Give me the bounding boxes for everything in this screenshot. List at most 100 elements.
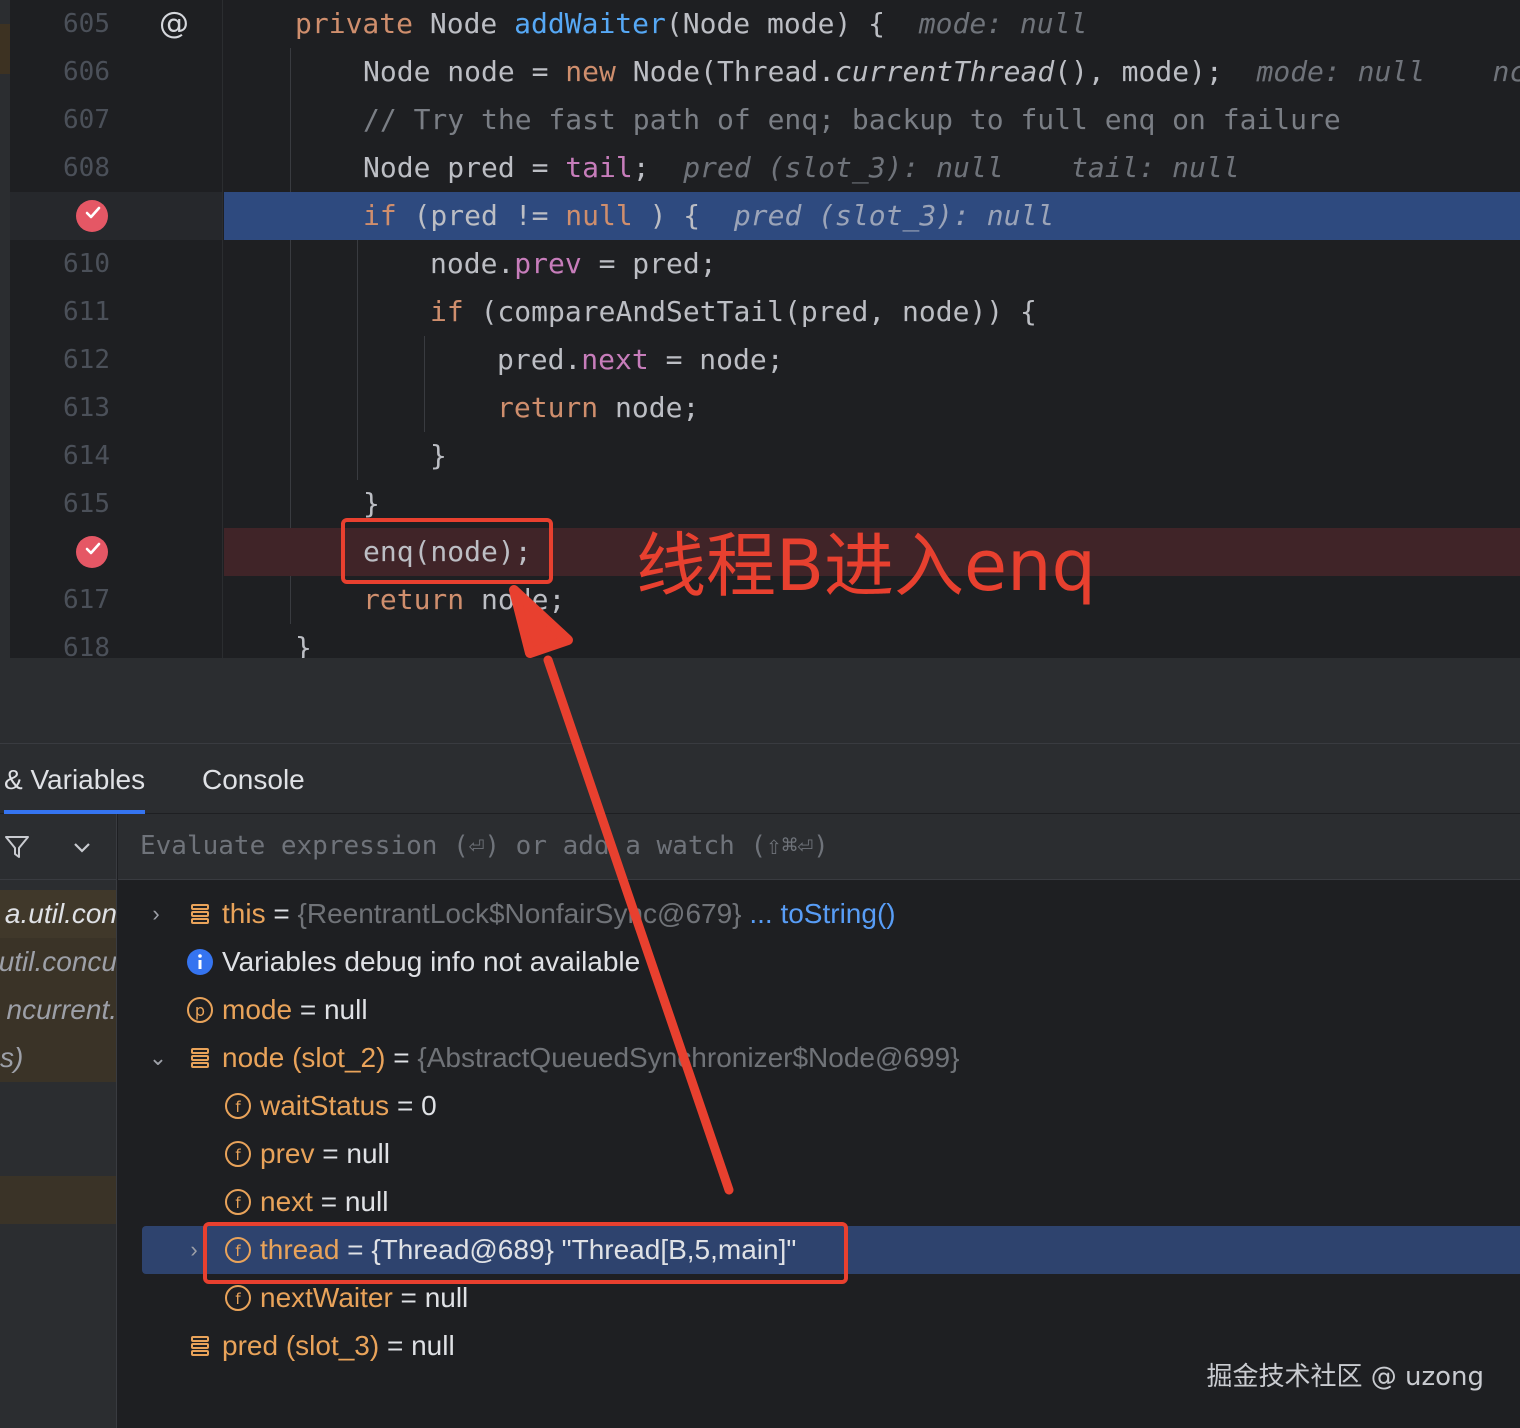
variable-row-next[interactable]: f next = null bbox=[118, 1178, 1520, 1226]
code-line[interactable]: 611 if (compareAndSetTail(pred, node)) { bbox=[0, 288, 1520, 336]
code-token: node. bbox=[430, 247, 515, 280]
code-token: // Try the fast path of enq; backup to f… bbox=[363, 103, 1341, 136]
code-text: } bbox=[295, 624, 312, 658]
code-line[interactable]: 607 // Try the fast path of enq; backup t… bbox=[0, 96, 1520, 144]
debug-tabs: & Variables Console bbox=[0, 744, 1520, 814]
variable-row-node[interactable]: ⌄ node (slot_2) = {AbstractQueuedSynchro… bbox=[118, 1034, 1520, 1082]
frame-item[interactable] bbox=[0, 1176, 116, 1224]
code-token: (Node mode) { bbox=[665, 7, 919, 40]
var-value: = null bbox=[379, 1330, 455, 1361]
chevron-down-icon[interactable] bbox=[72, 840, 92, 854]
annotation-box-thread bbox=[203, 1222, 848, 1284]
var-value: = null bbox=[312, 1186, 389, 1217]
variable-row-waitstatus[interactable]: f waitStatus = 0 bbox=[118, 1082, 1520, 1130]
code-line[interactable]: 605 private Node addWaiter(Node mode) { m… bbox=[0, 0, 1520, 48]
frame-item[interactable]: util.concu bbox=[0, 938, 117, 986]
code-line[interactable]: 614} bbox=[0, 432, 1520, 480]
chevron-right-icon[interactable]: › bbox=[144, 890, 168, 938]
code-text: // Try the fast path of enq; backup to f… bbox=[363, 96, 1341, 144]
line-number[interactable]: 608 bbox=[30, 144, 110, 192]
line-number[interactable]: 606 bbox=[30, 48, 110, 96]
code-token: (pred != bbox=[413, 199, 566, 232]
frames-header bbox=[0, 814, 116, 880]
frame-label: util.concu bbox=[0, 946, 117, 977]
frame-item[interactable]: ncurrent. bbox=[0, 986, 116, 1034]
line-number[interactable]: 613 bbox=[30, 384, 110, 432]
code-text: node.prev = pred; bbox=[430, 240, 717, 288]
code-token: = node; bbox=[648, 343, 784, 376]
code-token: new bbox=[565, 55, 633, 88]
code-text: pred.next = node; bbox=[497, 336, 784, 384]
code-token: if bbox=[430, 295, 481, 328]
line-number[interactable]: 614 bbox=[30, 432, 110, 480]
code-line[interactable]: if (pred != null ) { pred (slot_3): null bbox=[0, 192, 1520, 240]
override-at-icon[interactable]: @ bbox=[156, 6, 192, 42]
line-number[interactable]: 605 bbox=[30, 0, 110, 48]
line-number[interactable]: 607 bbox=[30, 96, 110, 144]
tab-variables[interactable]: & Variables bbox=[4, 744, 146, 814]
field-icon: f bbox=[225, 1285, 251, 1311]
breakpoint-icon[interactable] bbox=[76, 536, 108, 568]
code-line[interactable]: 612 pred.next = node; bbox=[0, 336, 1520, 384]
variable-row-prev[interactable]: f prev = null bbox=[118, 1130, 1520, 1178]
tab-console[interactable]: Console bbox=[202, 744, 305, 814]
breakpoint-icon[interactable] bbox=[76, 200, 108, 232]
parameter-icon: p bbox=[187, 997, 213, 1023]
code-token: pred (slot_3): null bbox=[733, 199, 1055, 232]
code-text: Node node = new Node(Thread.currentThrea… bbox=[363, 48, 1520, 96]
code-token: node; bbox=[481, 583, 566, 616]
var-name: nextWaiter bbox=[260, 1282, 393, 1313]
code-token: if bbox=[363, 199, 414, 232]
code-line[interactable]: 613 return node; bbox=[0, 384, 1520, 432]
code-token: currentThread bbox=[835, 55, 1055, 88]
code-line[interactable]: 608 Node pred = tail; pred (slot_3): null… bbox=[0, 144, 1520, 192]
filter-icon[interactable] bbox=[4, 834, 30, 860]
annotation-box-enq bbox=[341, 518, 553, 584]
annotation-text: 线程B进入enq bbox=[636, 525, 1096, 607]
code-token: pred. bbox=[497, 343, 582, 376]
chevron-down-icon[interactable]: ⌄ bbox=[146, 1034, 170, 1082]
code-line[interactable]: 606 Node node = new Node(Thread.currentTh… bbox=[0, 48, 1520, 96]
frames-panel: a.util.con util.concu ncurrent. s) bbox=[0, 814, 117, 1428]
var-name: pred (slot_3) bbox=[222, 1330, 380, 1361]
line-number[interactable]: 617 bbox=[30, 576, 110, 624]
var-name: node (slot_2) bbox=[222, 1042, 386, 1073]
watermark: 掘金技术社区 @ uzong bbox=[1206, 1362, 1484, 1392]
var-eq: = bbox=[265, 898, 298, 929]
variable-row-info: Variables debug info not available bbox=[118, 938, 1520, 986]
svg-text:f: f bbox=[235, 1194, 241, 1212]
line-number[interactable]: 615 bbox=[30, 480, 110, 528]
code-text: Node pred = tail; pred (slot_3): null ta… bbox=[363, 144, 1240, 192]
var-value: = null bbox=[314, 1138, 390, 1169]
variable-row-mode[interactable]: p mode = null bbox=[118, 986, 1520, 1034]
object-stack-icon bbox=[191, 1048, 209, 1068]
variable-row-this[interactable]: › this = {ReentrantLock$NonfairSync@679}… bbox=[118, 890, 1520, 938]
code-token: } bbox=[295, 631, 312, 658]
code-text: } bbox=[430, 432, 447, 480]
code-line[interactable]: 618} bbox=[0, 624, 1520, 658]
frame-item[interactable]: a.util.con bbox=[0, 890, 116, 938]
code-token: next bbox=[581, 343, 649, 376]
line-number[interactable]: 612 bbox=[30, 336, 110, 384]
frame-item[interactable]: s) bbox=[0, 1034, 116, 1082]
code-token: = pred; bbox=[581, 247, 717, 280]
field-icon: f bbox=[225, 1189, 251, 1215]
svg-text:f: f bbox=[235, 1290, 241, 1308]
var-name: this bbox=[222, 898, 266, 929]
evaluate-expression-input[interactable] bbox=[118, 814, 1520, 878]
line-number[interactable]: 611 bbox=[30, 288, 110, 336]
code-text: if (compareAndSetTail(pred, node)) { bbox=[430, 288, 1037, 336]
svg-text:f: f bbox=[235, 1098, 241, 1116]
line-number[interactable]: 610 bbox=[30, 240, 110, 288]
var-name: next bbox=[260, 1186, 313, 1217]
var-name: waitStatus bbox=[260, 1090, 390, 1121]
line-number[interactable]: 618 bbox=[30, 624, 110, 658]
code-token: private bbox=[295, 7, 430, 40]
var-value: = null bbox=[392, 1282, 469, 1313]
info-icon bbox=[187, 949, 213, 975]
code-line[interactable]: 610 node.prev = pred; bbox=[0, 240, 1520, 288]
info-text: Variables debug info not available bbox=[222, 946, 641, 977]
code-token: ) { bbox=[632, 199, 734, 232]
var-name: mode bbox=[222, 994, 293, 1025]
to-string-link[interactable]: ... toString() bbox=[742, 898, 895, 929]
